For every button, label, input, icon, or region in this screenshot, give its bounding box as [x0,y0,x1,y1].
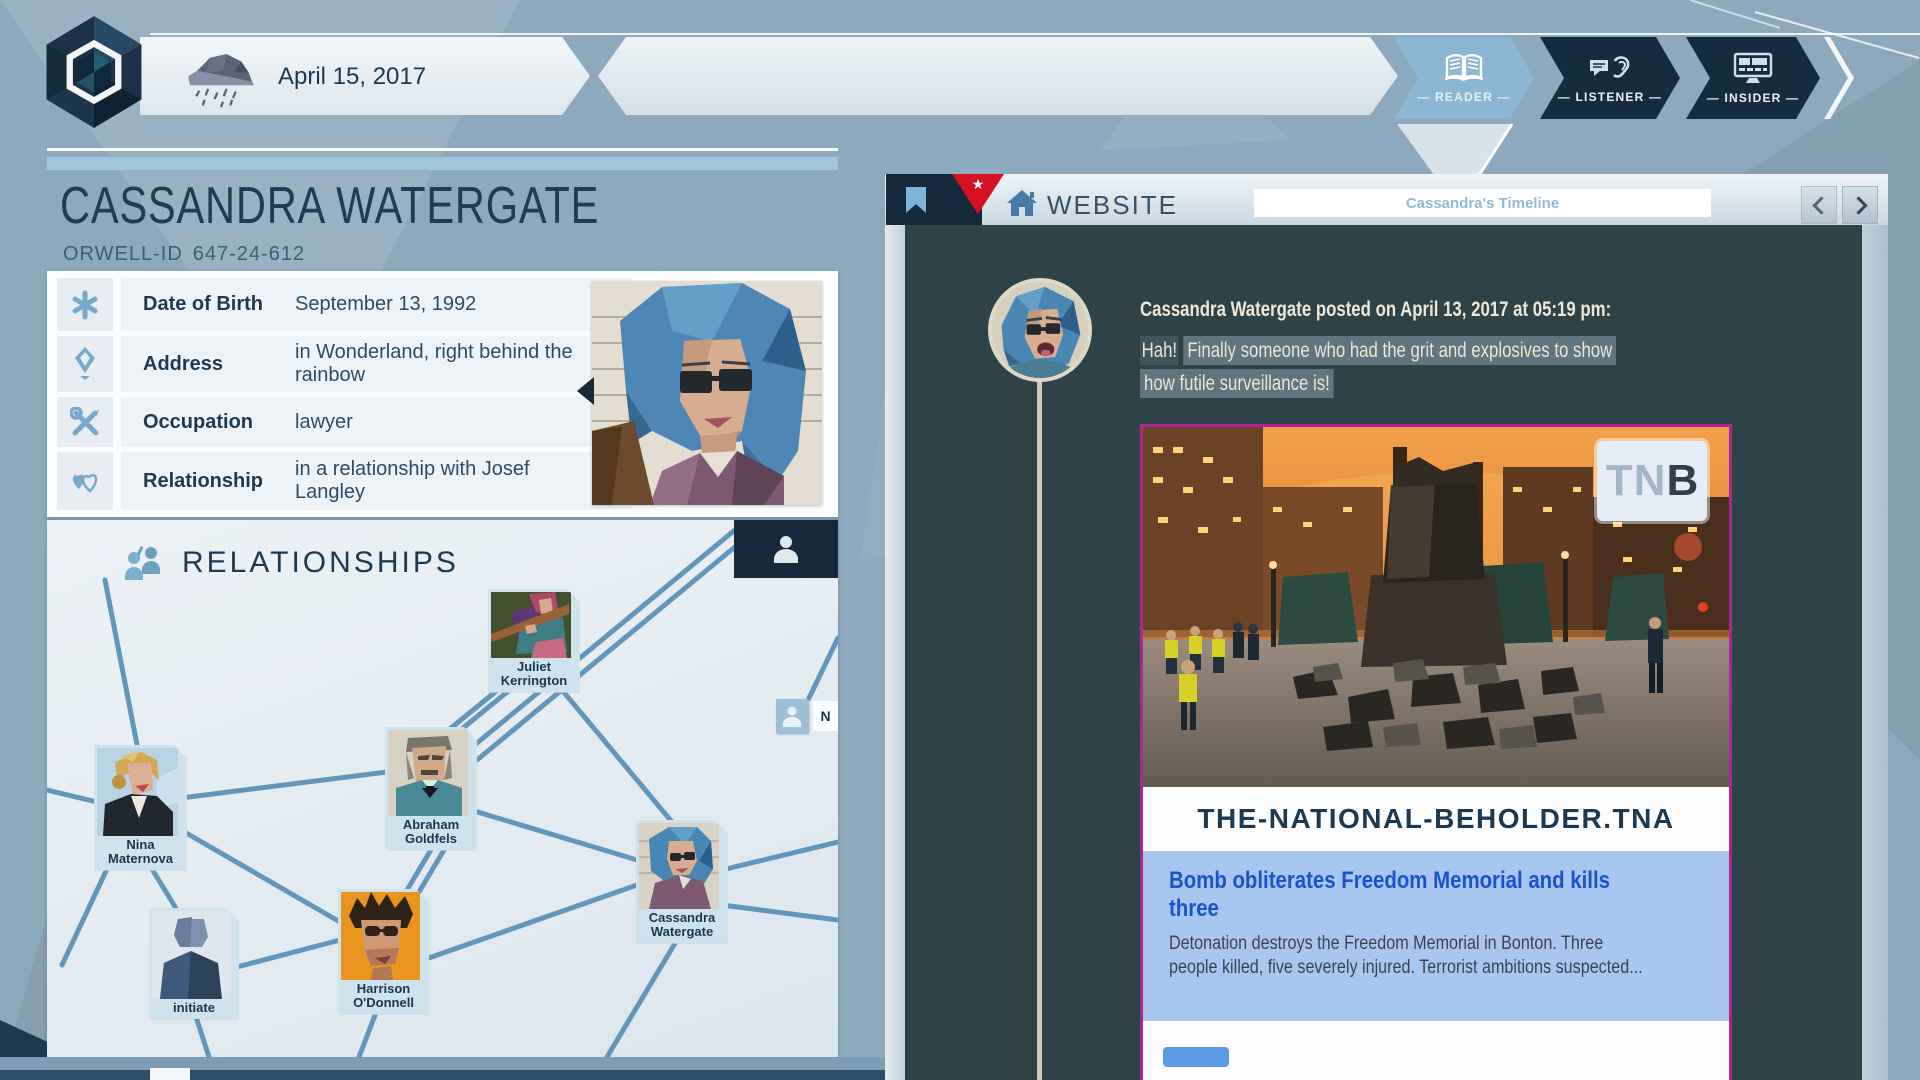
harrison-photo [341,892,420,980]
node-label: initiate [152,999,236,1016]
post-body-line1: Hah! Finally someone who had the grit an… [1140,335,1616,368]
field-label: Occupation [143,411,295,434]
bottom-strip-dark [0,1070,885,1080]
date-widget: April 15, 2017 [180,46,426,108]
tnb-logo-gray: TN [1606,456,1667,506]
article-footer-button[interactable] [1163,1047,1229,1067]
book-icon [1442,52,1486,84]
orwell-app: April 15, 2017 — READER — — LISTENER — [0,0,1920,1080]
graph-node-dragging[interactable] [776,699,808,733]
node-label: Abraham Goldfels [388,816,474,848]
cassandra-photo [639,823,719,909]
asterisk-icon [57,278,113,331]
website-content: Cassandra Watergate posted on April 13, … [905,225,1862,1080]
field-label: Date of Birth [143,293,295,316]
node-label: Harrison O'Donnell [341,980,426,1012]
initiate-photo [152,911,230,999]
post-body-line2: how futile surveillance is! [1140,368,1616,401]
post-text-chunk-highlighted[interactable]: how futile surveillance is! [1140,369,1334,398]
orwell-id: ORWELL-ID 647-24-612 [63,243,305,266]
top-divider-line [150,33,1920,35]
field-value: in a relationship with Josef Langley [295,458,575,504]
bottom-strip-tab [150,1068,190,1080]
graph-node-cassandra-watergate[interactable]: Cassandra Watergate [636,820,728,944]
hearts-icon [57,452,113,510]
timeline-line [1037,381,1042,1080]
url-bar[interactable]: Cassandra's Timeline [1254,189,1711,217]
graph-node-nina-maternova[interactable]: Nina Maternova [94,745,187,871]
top-banner-right [598,37,1398,115]
relationships-header: RELATIONSHIPS [122,544,459,582]
relationships-person-tab[interactable] [734,520,838,578]
people-icon [122,544,166,582]
abraham-photo [388,730,468,816]
article-image: TNB [1143,427,1729,787]
tab-insider-label: — INSIDER — [1707,91,1800,105]
orwell-id-label: ORWELL-ID [63,243,183,265]
relationships-panel: RELATIONSHIPS Juliet Kerrington [47,520,838,1057]
website-frame-left [885,174,905,1080]
person-tab-icon [773,535,799,563]
url-text: Cassandra's Timeline [1406,195,1559,212]
profile-portrait [592,281,822,505]
field-value: September 13, 1992 [295,293,575,316]
info-row-dob: Date of Birth September 13, 1992 [57,278,632,331]
orwell-id-value: 647-24-612 [193,243,305,265]
graph-node-harrison-odonnell[interactable]: Harrison O'Donnell [338,889,429,1015]
article-site-name: THE-NATIONAL-BEHOLDER.TNA [1143,787,1729,851]
orwell-logo [38,14,150,130]
info-row-relationship: Relationship in a relationship with Jose… [57,452,632,510]
post-text-chunk[interactable]: Hah! [1140,336,1179,365]
post-author-line: Cassandra Watergate posted on April 13, … [1140,298,1611,322]
post-body: Hah! Finally someone who had the grit an… [1140,335,1616,400]
current-date: April 15, 2017 [278,63,426,91]
tnb-logo: TNB [1597,441,1707,521]
field-label: Address [143,353,295,376]
nina-photo [97,748,178,836]
info-row-address: Address in Wonderland, right behind the … [57,336,632,392]
home-icon[interactable] [1006,188,1038,218]
avatar [988,278,1092,382]
field-value: in Wonderland, right behind the rainbow [295,341,575,387]
post-text-chunk-highlighted[interactable]: Finally someone who had the grit and exp… [1183,336,1616,365]
article-footer [1143,1021,1729,1080]
article-headline: Bomb obliterates Freedom Memorial and ki… [1169,867,1645,922]
back-arrow-icon [1812,196,1830,214]
field-label: Relationship [143,470,295,493]
graph-node-partial-label: N [813,701,838,731]
forward-button[interactable] [1842,186,1878,224]
graph-node-initiate[interactable]: initiate [149,908,239,1019]
profile-divider-line [47,148,838,151]
node-label: Nina Maternova [97,836,184,868]
info-row-occupation: Occupation lawyer [57,397,632,447]
linked-article-card[interactable]: TNB THE-NATIONAL-BEHOLDER.TNA Bomb oblit… [1140,424,1732,1080]
juliet-photo [491,592,571,658]
profile-accent-bar [47,157,838,170]
website-title: WEBSITE [1047,190,1178,221]
mini-person-icon [782,705,802,727]
ear-icon [1588,52,1632,84]
article-body: Detonation destroys the Freedom Memorial… [1169,932,1645,980]
monitor-icon [1731,51,1775,85]
field-value: lawyer [295,411,575,434]
tab-listener-label: — LISTENER — [1558,90,1662,104]
graph-node-juliet-kerrington[interactable]: Juliet Kerrington [488,589,580,693]
portrait-pointer [577,377,594,405]
back-button[interactable] [1801,186,1837,224]
node-label: Juliet Kerrington [491,658,577,690]
tab-reader-label: — READER — [1417,90,1510,104]
relationships-title: RELATIONSHIPS [182,546,459,580]
tools-icon [57,397,113,447]
graph-node-abraham-goldfels[interactable]: Abraham Goldfels [385,727,477,851]
forward-arrow-icon [1849,196,1867,214]
page-title: CASSANDRA WATERGATE [60,176,599,236]
node-label: Cassandra Watergate [639,909,725,941]
storm-cloud-icon [180,45,264,109]
website-frame-right [1862,225,1888,1080]
bookmark-icon [906,187,926,213]
article-summary-band: Bomb obliterates Freedom Memorial and ki… [1143,851,1729,1021]
pin-icon [57,336,113,392]
tnb-logo-dark: B [1666,456,1698,506]
bottom-strip [0,1057,885,1070]
